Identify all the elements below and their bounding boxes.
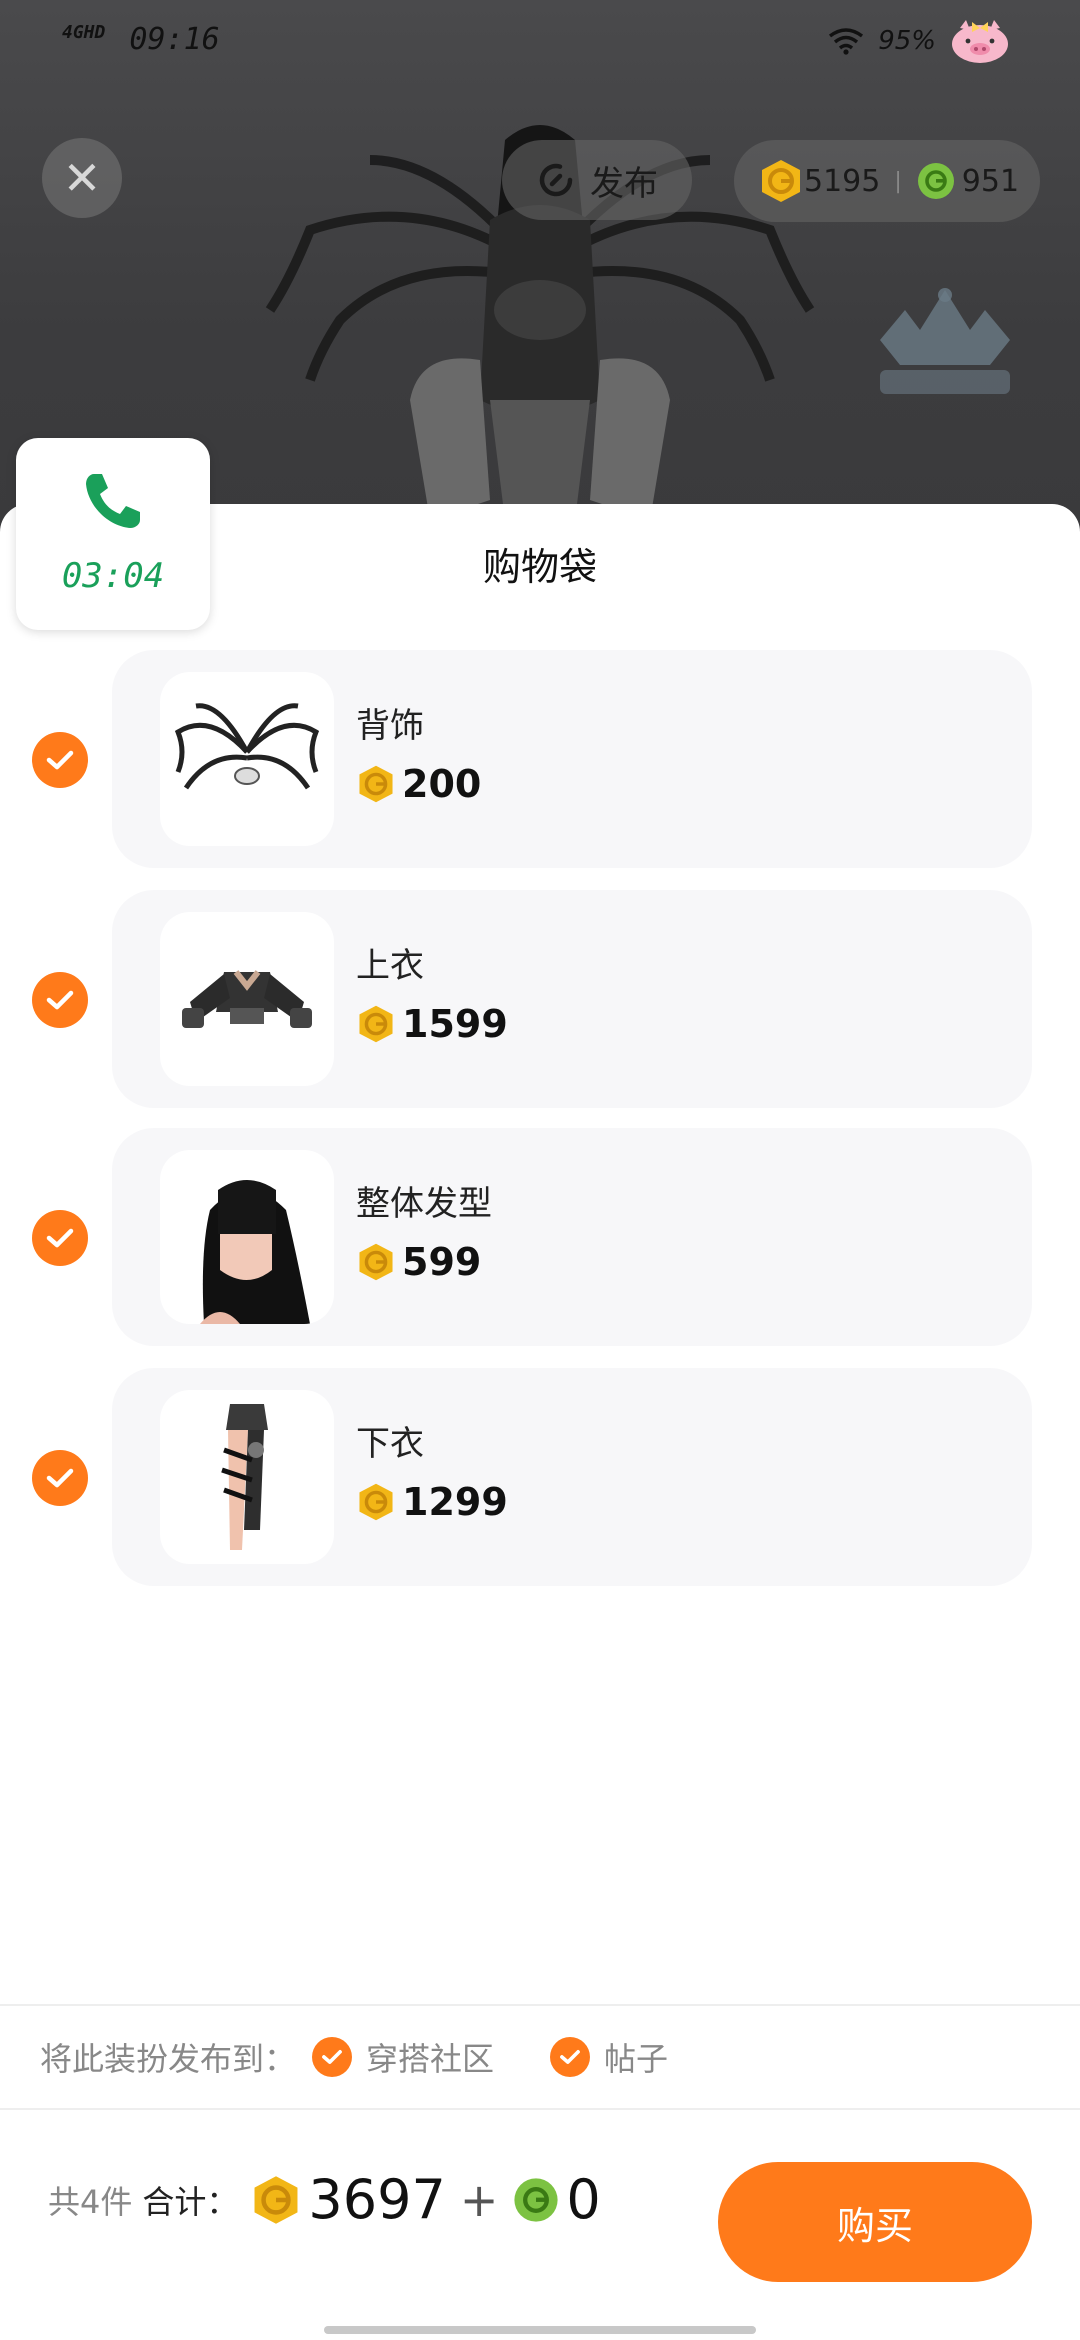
- publish-button[interactable]: 发布: [502, 140, 692, 220]
- item-name: 背饰: [356, 706, 424, 746]
- wifi-icon: [829, 28, 864, 55]
- top-garment-image: [182, 970, 312, 1028]
- status-left: 4GHD 09:16: [62, 22, 220, 57]
- call-floating-widget[interactable]: 03:04: [16, 438, 210, 630]
- cart-item[interactable]: 上衣 1599: [112, 890, 1032, 1108]
- item-checkbox[interactable]: [32, 972, 88, 1028]
- option-label: 帖子: [604, 2040, 669, 2078]
- item-price: 599: [356, 1240, 481, 1284]
- option-label: 穿搭社区: [366, 2040, 495, 2078]
- item-price: 1299: [356, 1480, 508, 1524]
- item-checkbox[interactable]: [32, 1210, 88, 1266]
- gold-coin-icon: [359, 1483, 393, 1521]
- status-right: 95%: [828, 18, 1010, 64]
- status-bar: 4GHD 09:16 95%: [0, 0, 1080, 90]
- network-indicator: 4GHD: [62, 22, 106, 43]
- item-name: 下衣: [356, 1424, 424, 1464]
- check-icon: [46, 990, 74, 1010]
- check-icon: [46, 1228, 74, 1248]
- gold-balance: 5195: [804, 163, 881, 199]
- item-price-value: 1599: [402, 1002, 508, 1046]
- clock: 09:16: [129, 22, 220, 57]
- option-checkbox: [312, 2037, 353, 2077]
- item-price: 200: [356, 762, 481, 806]
- item-price-value: 599: [402, 1240, 482, 1284]
- gold-coin-icon: [762, 160, 800, 202]
- publish-label: 发布: [590, 163, 658, 204]
- item-thumbnail: [160, 1390, 334, 1564]
- divider: [0, 2004, 1080, 2006]
- gold-coin-icon: [359, 1243, 393, 1281]
- buy-button[interactable]: 购买: [718, 2162, 1032, 2282]
- item-count: 共4件: [48, 2182, 133, 2221]
- plus-sign: +: [459, 2172, 499, 2227]
- green-coin-icon: [917, 163, 954, 199]
- option-checkbox: [550, 2037, 591, 2077]
- item-price: 1599: [356, 1002, 508, 1046]
- bottom-garment-image: [221, 1404, 268, 1550]
- battery-level: 95%: [878, 26, 936, 56]
- item-price-value: 200: [402, 762, 482, 806]
- item-thumbnail: [160, 672, 334, 846]
- green-coin-icon: [514, 2177, 558, 2222]
- cart-item[interactable]: 背饰 200: [112, 650, 1032, 868]
- cart-item[interactable]: 下衣 1299: [112, 1368, 1032, 1586]
- gold-coin-icon: [359, 1005, 393, 1043]
- publish-option-community[interactable]: 穿搭社区: [312, 2034, 494, 2080]
- currency-balance[interactable]: 5195 | 951: [734, 140, 1040, 222]
- item-thumbnail: [160, 1150, 334, 1324]
- wing-accessory-image: [174, 703, 320, 790]
- close-button[interactable]: ✕: [42, 138, 122, 218]
- total-summary: 共4件 合计： 3697 + 0: [48, 2168, 613, 2231]
- home-indicator[interactable]: [324, 2326, 756, 2334]
- check-icon: [560, 2050, 580, 2064]
- publish-to-row: 将此装扮发布到： 穿搭社区 帖子: [40, 2034, 708, 2080]
- phone-icon: [86, 474, 140, 528]
- green-balance: 951: [961, 163, 1020, 199]
- item-name: 整体发型: [356, 1184, 492, 1224]
- gold-coin-icon: [359, 765, 393, 803]
- item-thumbnail: [160, 912, 334, 1086]
- item-checkbox[interactable]: [32, 1450, 88, 1506]
- cart-item[interactable]: 整体发型 599: [112, 1128, 1032, 1346]
- balance-separator: |: [894, 168, 902, 194]
- divider: [0, 2108, 1080, 2110]
- green-total: 0: [566, 2168, 601, 2231]
- publish-option-post[interactable]: 帖子: [550, 2034, 668, 2080]
- item-checkbox[interactable]: [32, 732, 88, 788]
- call-duration: 03:04: [61, 556, 165, 596]
- hairstyle-image: [200, 1180, 310, 1324]
- item-price-value: 1299: [402, 1480, 508, 1524]
- total-label: 合计：: [142, 2182, 239, 2221]
- watermark-logo: [880, 288, 1010, 394]
- check-icon: [46, 1468, 74, 1488]
- pig-avatar-icon: [952, 20, 1008, 63]
- item-name: 上衣: [356, 946, 424, 986]
- publish-to-label: 将此装扮发布到：: [40, 2040, 297, 2078]
- check-icon: [322, 2050, 342, 2064]
- gold-coin-icon: [254, 2175, 298, 2224]
- check-icon: [46, 750, 74, 770]
- refresh-icon: [539, 163, 573, 197]
- close-icon: ✕: [62, 151, 102, 205]
- gold-total: 3697: [308, 2168, 446, 2231]
